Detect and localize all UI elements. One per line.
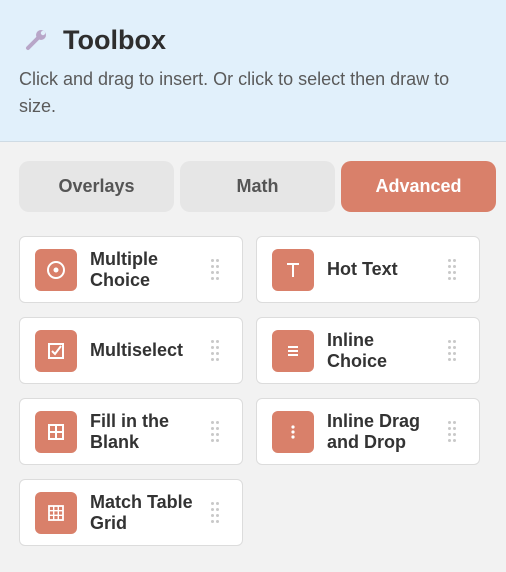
list-icon bbox=[272, 330, 314, 372]
tab-advanced[interactable]: Advanced bbox=[341, 161, 496, 212]
drag-handle-icon[interactable] bbox=[211, 421, 219, 443]
tool-hot-text[interactable]: Hot Text bbox=[256, 236, 480, 303]
tool-multiselect[interactable]: Multiselect bbox=[19, 317, 243, 384]
tool-label: Inline Drag and Drop bbox=[327, 410, 421, 452]
radio-icon bbox=[35, 249, 77, 291]
text-t-icon bbox=[272, 249, 314, 291]
tool-label: Match Table Grid bbox=[90, 491, 193, 533]
tool-inline-drag-and-drop[interactable]: Inline Drag and Drop bbox=[256, 398, 480, 465]
tab-math[interactable]: Math bbox=[180, 161, 335, 212]
tool-label: Hot Text bbox=[327, 259, 398, 279]
wrench-icon bbox=[26, 30, 46, 50]
tool-label: Multiple Choice bbox=[90, 248, 158, 290]
table-grid-icon bbox=[35, 492, 77, 534]
tool-match-table-grid[interactable]: Match Table Grid bbox=[19, 479, 243, 546]
drag-handle-icon[interactable] bbox=[211, 340, 219, 362]
vertical-dots-icon bbox=[272, 411, 314, 453]
toolbox-description: Click and drag to insert. Or click to se… bbox=[19, 69, 450, 116]
tab-overlays[interactable]: Overlays bbox=[19, 161, 174, 212]
tool-label: Inline Choice bbox=[327, 329, 388, 371]
drag-handle-icon[interactable] bbox=[211, 259, 219, 281]
tool-label: Multiselect bbox=[90, 340, 184, 360]
tab-bar: Overlays Math Advanced bbox=[19, 161, 496, 212]
tool-inline-choice[interactable]: Inline Choice bbox=[256, 317, 480, 384]
drag-handle-icon[interactable] bbox=[211, 502, 219, 524]
toolbox-header: Toolbox Click and drag to insert. Or cli… bbox=[0, 0, 506, 142]
tool-label: Fill in the Blank bbox=[90, 410, 169, 452]
drag-handle-icon[interactable] bbox=[448, 259, 456, 281]
tool-fill-in-the-blank[interactable]: Fill in the Blank bbox=[19, 398, 243, 465]
checkbox-icon bbox=[35, 330, 77, 372]
drag-handle-icon[interactable] bbox=[448, 421, 456, 443]
grid-box-icon bbox=[35, 411, 77, 453]
drag-handle-icon[interactable] bbox=[448, 340, 456, 362]
tool-multiple-choice[interactable]: Multiple Choice bbox=[19, 236, 243, 303]
page-title: Toolbox bbox=[63, 25, 166, 55]
